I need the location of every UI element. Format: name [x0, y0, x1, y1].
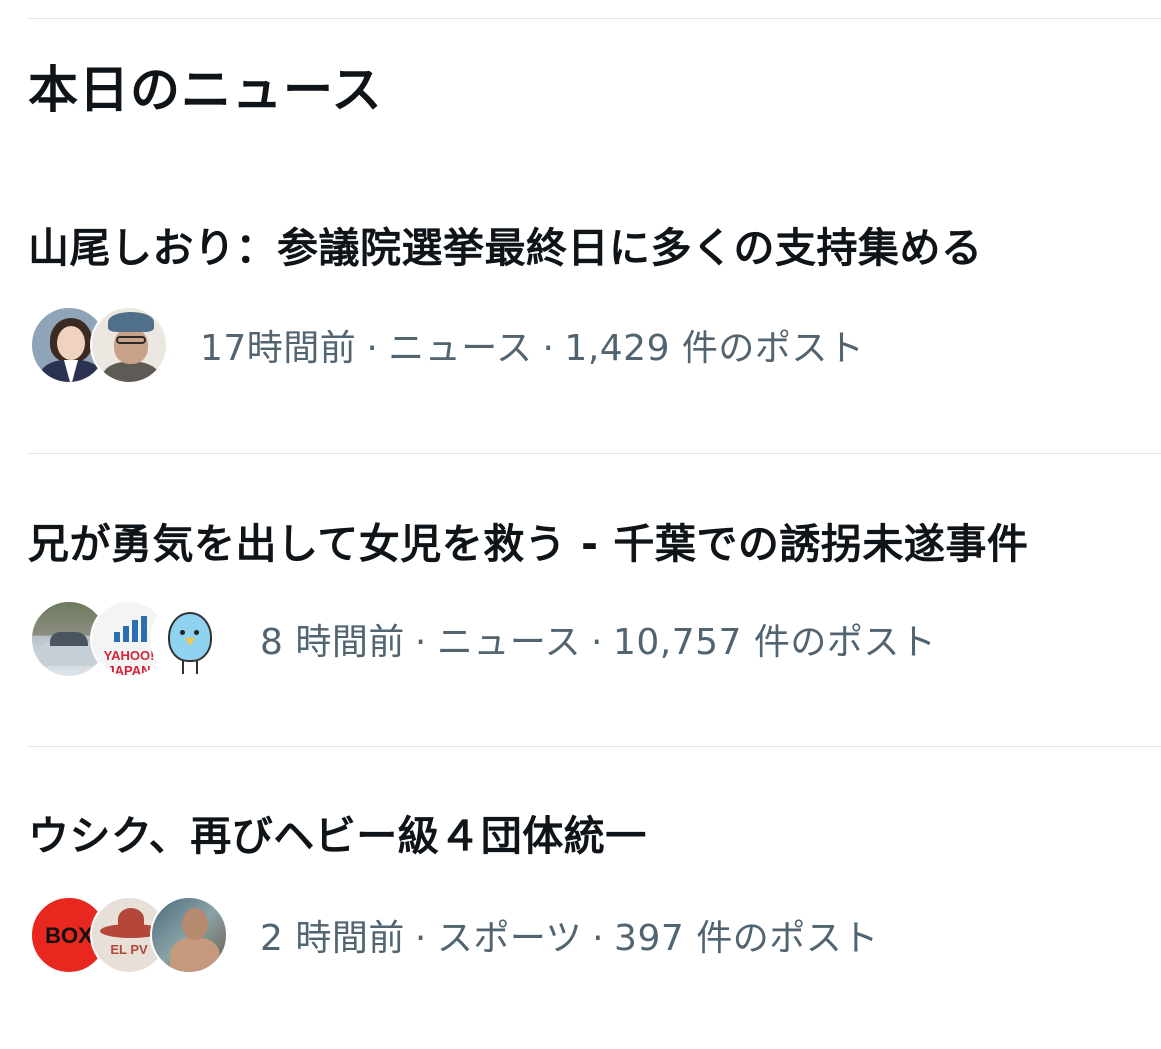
meta-separator: ·	[366, 328, 379, 369]
news-item-usyk[interactable]: ウシク、再びヘビー級４団体統一 BOX EL PV 2 時間前 · スポーツ · 397…	[0, 810, 1161, 1010]
news-time: 8 時間前	[260, 622, 405, 663]
news-meta: 17時間前 · ニュース · 1,429 件のポスト	[30, 304, 864, 386]
bird-avatar	[150, 600, 228, 678]
news-meta-text: 2 時間前 · スポーツ · 397 件のポスト	[260, 909, 879, 961]
meta-separator: ·	[414, 918, 427, 959]
news-category: ニュース	[436, 622, 582, 663]
news-headline[interactable]: ウシク、再びヘビー級４団体統一	[28, 810, 647, 862]
item-divider	[27, 746, 1161, 747]
news-meta: BOX EL PV 2 時間前 · スポーツ · 397 件のポスト	[30, 894, 879, 976]
news-item-chiba[interactable]: 兄が勇気を出して女児を救う - 千葉での誘拐未遂事件 YAHOO! JAPAN	[0, 518, 1161, 718]
news-post-count: 397 件のポスト	[614, 918, 879, 959]
avatar	[150, 896, 228, 974]
meta-separator: ·	[592, 918, 605, 959]
meta-separator: ·	[542, 328, 555, 369]
news-post-count: 10,757 件のポスト	[612, 622, 937, 663]
news-category: スポーツ	[436, 918, 583, 959]
avatar-group: YAHOO! JAPAN	[30, 600, 228, 678]
avatar-group: BOX EL PV	[30, 896, 228, 974]
news-meta-text: 17時間前 · ニュース · 1,429 件のポスト	[200, 319, 864, 371]
section-title: 本日のニュース	[28, 61, 383, 119]
avatar	[90, 306, 168, 384]
meta-separator: ·	[591, 622, 603, 663]
news-headline[interactable]: 山尾しおり：参議院選挙最終日に多くの支持集める	[28, 222, 983, 274]
top-divider	[27, 18, 1161, 19]
news-headline[interactable]: 兄が勇気を出して女児を救う - 千葉での誘拐未遂事件	[28, 518, 1028, 570]
news-post-count: 1,429 件のポスト	[564, 328, 865, 369]
news-item-yamao[interactable]: 山尾しおり：参議院選挙最終日に多くの支持集める 17時間前 · ニュース · 1,429…	[0, 222, 1161, 422]
avatar-group	[30, 306, 168, 384]
news-meta-text: 8 時間前 · ニュース · 10,757 件のポスト	[260, 613, 936, 665]
meta-separator: ·	[414, 622, 427, 663]
news-time: 17時間前	[200, 328, 357, 369]
news-category: ニュース	[388, 328, 533, 369]
news-time: 2 時間前	[260, 918, 405, 959]
item-divider	[27, 453, 1161, 454]
news-meta: YAHOO! JAPAN 8 時間前 · ニュース · 10,757 件のポスト	[30, 598, 936, 680]
